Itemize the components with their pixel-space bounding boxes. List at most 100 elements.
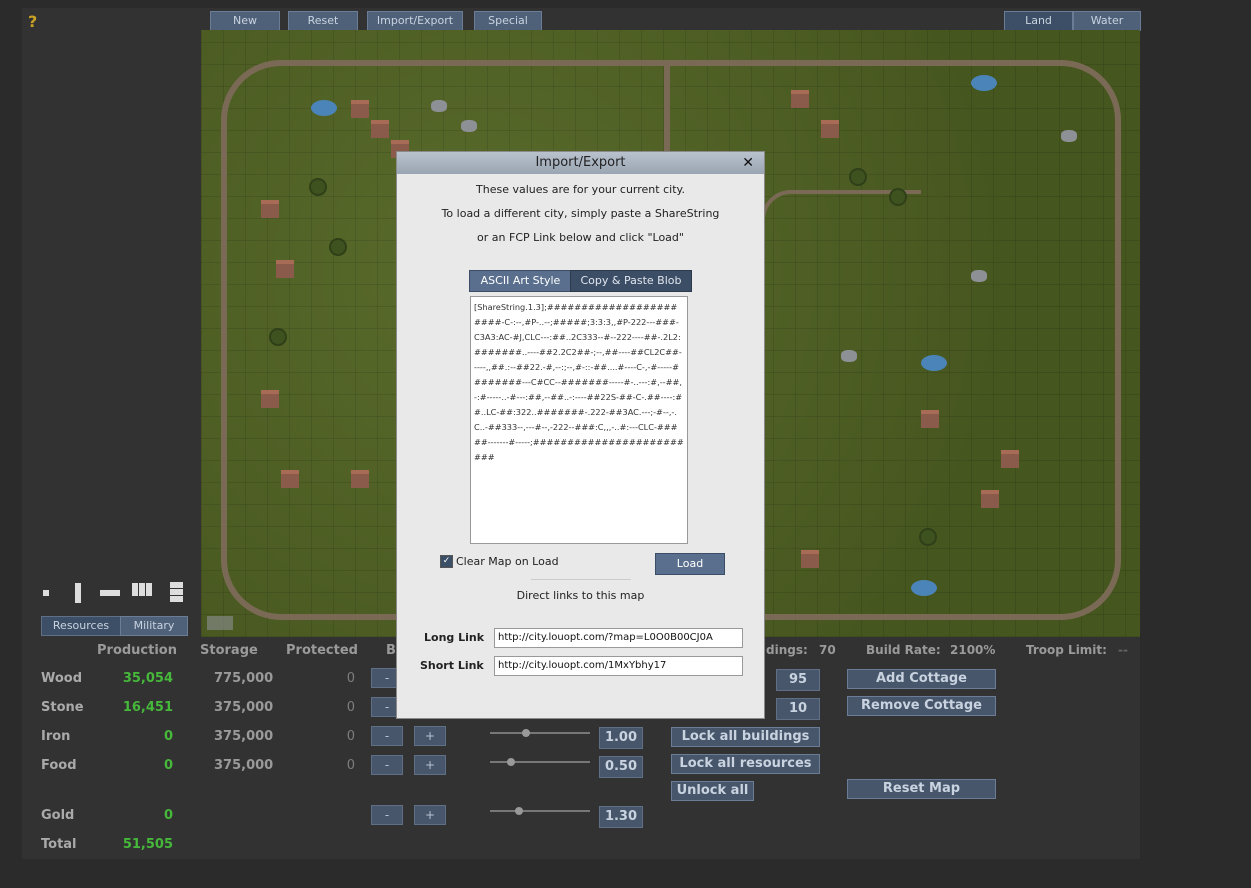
- iron-minus-button[interactable]: -: [371, 726, 403, 746]
- troop-limit-value: --: [1118, 643, 1128, 657]
- clear-map-checkbox[interactable]: ✓: [440, 555, 453, 568]
- divider: [531, 579, 631, 580]
- new-button[interactable]: New: [210, 11, 280, 31]
- reset-button[interactable]: Reset: [288, 11, 358, 31]
- building[interactable]: [351, 470, 369, 488]
- iron-slider[interactable]: [490, 729, 590, 737]
- direct-links-heading: Direct links to this map: [516, 589, 645, 602]
- pond[interactable]: [311, 100, 337, 116]
- gold-plus-button[interactable]: +: [414, 805, 446, 825]
- tree[interactable]: [311, 180, 325, 194]
- clear-map-label: Clear Map on Load: [456, 555, 559, 568]
- lock-all-buildings-button[interactable]: Lock all buildings: [671, 727, 820, 747]
- rock[interactable]: [841, 350, 857, 362]
- rock[interactable]: [1061, 130, 1077, 142]
- brush-size-2[interactable]: [75, 583, 81, 603]
- tab-ascii-art-style[interactable]: ASCII Art Style: [469, 270, 572, 292]
- building[interactable]: [821, 120, 839, 138]
- gold-minus-button[interactable]: -: [371, 805, 403, 825]
- pond[interactable]: [911, 580, 937, 596]
- stone-label: Stone: [41, 700, 84, 715]
- pond[interactable]: [921, 355, 947, 371]
- total-production: 51,505: [122, 837, 173, 852]
- load-button[interactable]: Load: [655, 553, 725, 575]
- building[interactable]: [281, 470, 299, 488]
- brush-size-4[interactable]: [132, 583, 152, 596]
- food-production: 0: [163, 758, 173, 773]
- brush-size-3[interactable]: [100, 590, 120, 596]
- tree[interactable]: [331, 240, 345, 254]
- stone-count-box[interactable]: 10: [776, 698, 820, 720]
- rock[interactable]: [971, 270, 987, 282]
- info-line-3: or an FCP Link below and click "Load": [477, 231, 684, 244]
- wood-production: 35,054: [122, 671, 173, 686]
- tree[interactable]: [921, 530, 935, 544]
- buildings-label: dings:: [766, 643, 808, 657]
- close-icon[interactable]: ✕: [742, 152, 754, 174]
- reset-map-button[interactable]: Reset Map: [847, 779, 996, 799]
- building[interactable]: [261, 200, 279, 218]
- pond[interactable]: [971, 75, 997, 91]
- food-plus-button[interactable]: +: [414, 755, 446, 775]
- building[interactable]: [1001, 450, 1019, 468]
- water-button[interactable]: Water: [1073, 11, 1141, 31]
- long-link-field[interactable]: http://city.louopt.com/?map=L0O0B00CJ0A: [494, 628, 743, 648]
- add-cottage-button[interactable]: Add Cottage: [847, 669, 996, 689]
- iron-rate[interactable]: 1.00: [599, 727, 643, 749]
- building[interactable]: [981, 490, 999, 508]
- wood-count-box[interactable]: 95: [776, 669, 820, 691]
- short-link-field[interactable]: http://city.louopt.com/1MxYbhy17: [494, 656, 743, 676]
- tree[interactable]: [271, 330, 285, 344]
- food-minus-button[interactable]: -: [371, 755, 403, 775]
- stone-production: 16,451: [122, 700, 173, 715]
- food-label: Food: [41, 758, 77, 773]
- remove-cottage-button[interactable]: Remove Cottage: [847, 696, 996, 716]
- storage-header: Storage: [200, 643, 258, 658]
- land-button[interactable]: Land: [1004, 11, 1073, 31]
- inner-wall: [761, 190, 921, 610]
- gold-rate[interactable]: 1.30: [599, 806, 643, 828]
- protected-header: Protected: [286, 643, 358, 658]
- food-rate[interactable]: 0.50: [599, 756, 643, 778]
- special-button[interactable]: Special: [474, 11, 542, 31]
- rock[interactable]: [461, 120, 477, 132]
- help-icon[interactable]: ?: [28, 12, 37, 31]
- troop-limit-label: Troop Limit:: [1026, 643, 1107, 657]
- iron-plus-button[interactable]: +: [414, 726, 446, 746]
- slider-knob[interactable]: [515, 807, 523, 815]
- production-header: Production: [97, 643, 177, 658]
- wood-storage: 775,000: [214, 671, 274, 686]
- brush-size-5[interactable]: [170, 582, 183, 602]
- sharestring-textarea[interactable]: [ShareString.1.3];######################…: [470, 296, 688, 544]
- iron-storage: 375,000: [214, 729, 274, 744]
- building[interactable]: [351, 100, 369, 118]
- tab-copy-paste-blob[interactable]: Copy & Paste Blob: [570, 270, 692, 292]
- tab-military[interactable]: Military: [120, 616, 188, 636]
- food-slider[interactable]: [490, 758, 590, 766]
- stone-storage: 375,000: [214, 700, 274, 715]
- building[interactable]: [371, 120, 389, 138]
- rock[interactable]: [431, 100, 447, 112]
- building[interactable]: [801, 550, 819, 568]
- tree[interactable]: [851, 170, 865, 184]
- food-storage: 375,000: [214, 758, 274, 773]
- building[interactable]: [791, 90, 809, 108]
- lock-all-resources-button[interactable]: Lock all resources: [671, 754, 820, 774]
- brush-size-1[interactable]: [43, 590, 49, 596]
- unlock-all-button[interactable]: Unlock all: [671, 781, 754, 801]
- import-export-button[interactable]: Import/Export: [367, 11, 463, 31]
- tree[interactable]: [891, 190, 905, 204]
- build-rate-label: Build Rate:: [866, 643, 941, 657]
- building[interactable]: [261, 390, 279, 408]
- slider-knob[interactable]: [522, 729, 530, 737]
- long-link-label: Long Link: [424, 631, 485, 644]
- slider-knob[interactable]: [507, 758, 515, 766]
- gold-slider[interactable]: [490, 807, 590, 815]
- building[interactable]: [276, 260, 294, 278]
- minimap-toggle[interactable]: [207, 616, 233, 630]
- building[interactable]: [921, 410, 939, 428]
- iron-label: Iron: [41, 729, 71, 744]
- gold-production: 0: [163, 808, 173, 823]
- tab-resources[interactable]: Resources: [41, 616, 121, 636]
- stone-protected: 0: [346, 700, 355, 715]
